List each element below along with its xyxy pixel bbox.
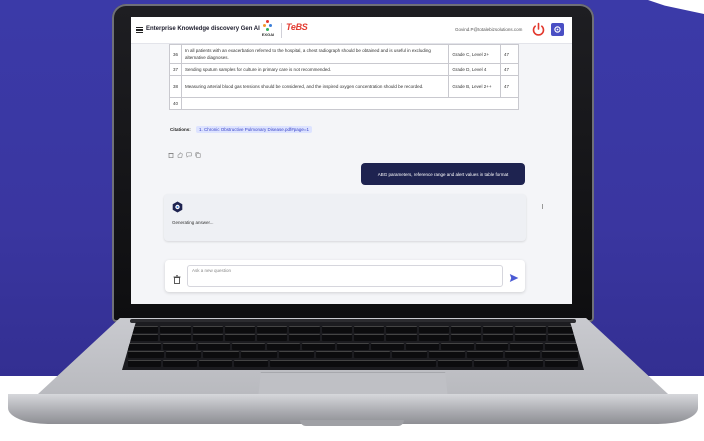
recommendations-table-body: 36 In all patients with an exacerbation …: [168, 44, 519, 110]
citations: Citations: 1. Chronic Obstructive Pulmon…: [170, 126, 312, 133]
row-reference: 47: [500, 44, 519, 64]
laptop-keyboard: [122, 322, 584, 370]
citation-link[interactable]: 1. Chronic Obstructive Pulmonary Disease…: [196, 126, 312, 133]
logo-divider: [281, 23, 282, 38]
question-bar: [165, 260, 525, 292]
row-recommendation: [181, 97, 519, 110]
power-icon[interactable]: [531, 22, 546, 37]
exgai-logo-label: EXGAI: [261, 32, 275, 37]
row-recommendation: Sending sputum samples for culture in pr…: [181, 63, 450, 76]
recommendations-table: 36 In all patients with an exacerbation …: [168, 44, 519, 110]
bot-response-card: Generating answer...: [164, 194, 526, 241]
row-number: 36: [168, 44, 183, 64]
exgai-logo: EXGAI: [259, 20, 277, 42]
app-header: Enterprise Knowledge discovery Gen AI EX…: [131, 17, 572, 44]
row-number: 40: [168, 97, 183, 110]
hamburger-icon[interactable]: [136, 27, 143, 33]
key-row: [127, 351, 579, 358]
table-row: 36 In all patients with an exacerbation …: [168, 44, 519, 64]
key-row: [128, 334, 578, 341]
row-grade: Grade C, Level 2+: [448, 44, 502, 64]
row-grade: Grade B, Level 2++: [448, 75, 502, 98]
trash-icon[interactable]: [173, 271, 181, 284]
question-input[interactable]: [187, 265, 503, 287]
row-reference: 47: [500, 75, 519, 98]
gear-icon[interactable]: [551, 23, 564, 36]
key-row: [127, 359, 579, 367]
user-message-text: ABG parameters, reference range and aler…: [377, 171, 509, 177]
comment-icon[interactable]: [186, 145, 192, 158]
thumbs-up-icon[interactable]: [177, 145, 183, 158]
table-row: 40: [168, 97, 519, 110]
row-recommendation: In all patients with an exacerbation ref…: [181, 44, 450, 64]
table-row: 38 Measuring arterial blood gas tensions…: [168, 75, 519, 98]
laptop-base-notch: [300, 420, 404, 426]
answer-actions: [168, 145, 201, 158]
key-row: [128, 342, 578, 350]
citations-label: Citations:: [170, 127, 191, 132]
tebs-logo: TeBS: [286, 22, 314, 40]
row-reference: 47: [500, 63, 519, 76]
user-message-bubble: ABG parameters, reference range and aler…: [361, 163, 525, 185]
tebs-logo-word: TeBS: [286, 22, 308, 32]
copy-icon[interactable]: [195, 145, 201, 158]
app-title: Enterprise Knowledge discovery Gen AI: [146, 26, 260, 32]
exgai-logo-mark: [263, 20, 273, 32]
bot-status-text: Generating answer...: [172, 220, 214, 225]
key-row: [128, 325, 578, 333]
trash-icon[interactable]: [168, 145, 174, 158]
user-email: Govind.P@totalebizsolutions.com: [455, 27, 523, 32]
bot-avatar-icon: [172, 200, 183, 213]
table-row: 37 Sending sputum samples for culture in…: [168, 63, 519, 76]
row-recommendation: Measuring arterial blood gas tensions sh…: [181, 75, 450, 98]
row-number: 38: [168, 75, 183, 98]
send-icon[interactable]: [509, 270, 519, 282]
mouse-cursor: [542, 204, 545, 209]
row-grade: Grade D, Level 4: [448, 63, 502, 76]
row-number: 37: [168, 63, 183, 76]
